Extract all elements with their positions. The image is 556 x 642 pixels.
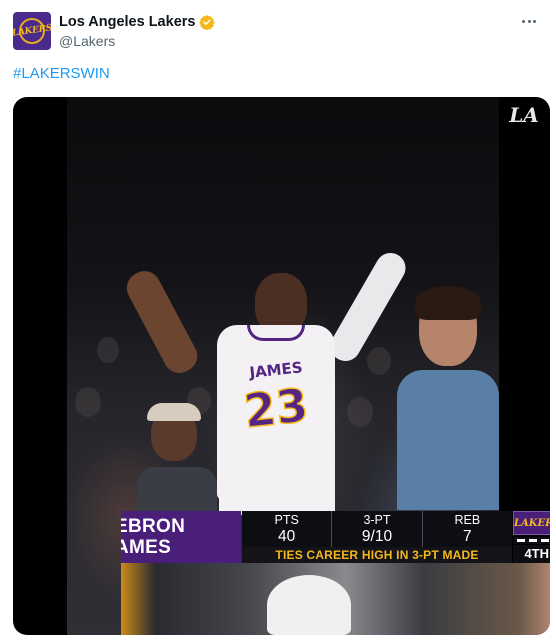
hashtag-link[interactable]: #LAKERSWIN bbox=[13, 65, 110, 82]
scorebug-banner: TIES CAREER HIGH IN 3-PT MADE bbox=[242, 547, 512, 563]
stat-pts: PTS 40 bbox=[242, 511, 331, 547]
crowd-figure bbox=[367, 347, 391, 375]
crowd-figure bbox=[75, 387, 101, 417]
player-jersey: JAMES 23 bbox=[217, 325, 335, 500]
stat-3pt: 3-PT 9/10 bbox=[331, 511, 421, 547]
stat-value: 7 bbox=[463, 528, 472, 545]
display-name[interactable]: Los Angeles Lakers bbox=[59, 14, 195, 30]
courtside-crowd bbox=[121, 563, 550, 635]
scorebug-player-name: EBRON AMES bbox=[121, 511, 241, 563]
stat-reb: REB 7 bbox=[421, 511, 512, 547]
scorebug-stats: PTS 40 3-PT 9/10 REB 7 bbox=[242, 511, 512, 547]
spectator-left bbox=[137, 403, 217, 527]
stat-label: REB bbox=[454, 513, 481, 527]
timeout-indicator bbox=[513, 537, 550, 544]
stat-value: 40 bbox=[278, 528, 296, 545]
verified-badge-icon bbox=[199, 15, 216, 30]
player-arm-left bbox=[121, 265, 203, 379]
player-name-line2: AMES bbox=[121, 537, 172, 558]
cap-foreground bbox=[267, 575, 351, 635]
lakers-watermark-icon: LA bbox=[509, 103, 539, 127]
jersey-number: 23 bbox=[241, 377, 312, 439]
name-line: Los Angeles Lakers bbox=[59, 14, 216, 30]
player-head bbox=[255, 273, 307, 333]
game-period: 4TH bbox=[513, 545, 550, 563]
video-player[interactable]: JAMES 23 LA EBRON AMES PTS 40 3-PT 9/10 … bbox=[13, 97, 550, 635]
stat-label: PTS bbox=[274, 513, 299, 527]
video-frame[interactable]: JAMES 23 LA EBRON AMES PTS 40 3-PT 9/10 … bbox=[67, 97, 550, 635]
stat-value: 9/10 bbox=[361, 528, 393, 545]
crowd-figure bbox=[347, 397, 373, 427]
team-logo: LAKERS bbox=[513, 511, 550, 535]
spectator-right bbox=[397, 286, 499, 512]
scorebug: EBRON AMES PTS 40 3-PT 9/10 REB 7 TIES C… bbox=[121, 511, 550, 563]
player-name-line1: EBRON bbox=[121, 516, 186, 537]
more-options-icon[interactable] bbox=[519, 14, 539, 28]
crowd-figure bbox=[97, 337, 119, 363]
tweet-header: LAKERS Los Angeles Lakers @Lakers bbox=[13, 12, 543, 54]
stat-label: 3-PT bbox=[363, 513, 391, 527]
avatar[interactable]: LAKERS bbox=[13, 12, 51, 50]
account-handle[interactable]: @Lakers bbox=[59, 33, 115, 49]
